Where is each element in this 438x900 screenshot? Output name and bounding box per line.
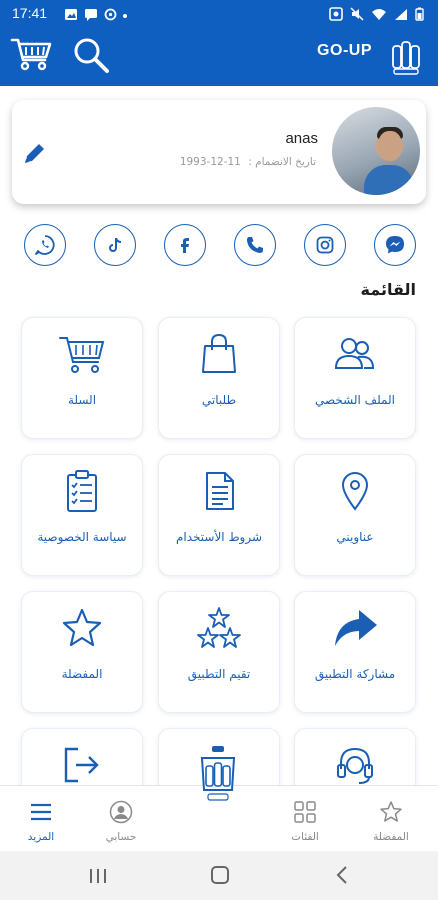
profile-card: anas تاريخ الانضمام : 1993-12-11 bbox=[12, 100, 426, 204]
brand-logo bbox=[390, 36, 422, 76]
document-icon bbox=[206, 472, 234, 510]
menu-tile-terms[interactable]: شروط الأستخدام bbox=[158, 454, 280, 576]
social-links bbox=[24, 224, 416, 268]
menu-tile-label: الملف الشخصي bbox=[315, 393, 395, 407]
pencil-icon bbox=[25, 144, 44, 163]
gallery-icon bbox=[64, 6, 78, 25]
menu-tile-label: السلة bbox=[67, 393, 97, 407]
tiktok-icon bbox=[109, 237, 122, 252]
nav-label: الفئات bbox=[291, 831, 319, 843]
nav-label: المفضلة bbox=[373, 831, 409, 843]
nav-label: حسابي bbox=[105, 831, 137, 843]
three-stars-icon bbox=[197, 607, 241, 648]
account-icon bbox=[109, 800, 133, 824]
whatsapp-icon bbox=[35, 235, 55, 255]
menu-tile-addresses[interactable]: عناويني bbox=[294, 454, 416, 576]
back-button[interactable] bbox=[334, 865, 350, 889]
join-date-row: تاريخ الانضمام : 1993-12-11 bbox=[178, 156, 318, 168]
nav-more[interactable]: المزيد bbox=[6, 800, 76, 843]
share-arrow-icon bbox=[335, 610, 377, 646]
cart-icon bbox=[59, 337, 105, 373]
alarm-icon bbox=[329, 6, 343, 25]
recents-button[interactable] bbox=[88, 867, 108, 889]
grid-icon bbox=[294, 801, 316, 823]
signal-icon bbox=[394, 6, 408, 25]
battery-icon bbox=[415, 6, 424, 25]
nav-label: المزيد bbox=[27, 831, 55, 843]
nav-account[interactable]: حسابي bbox=[86, 800, 156, 843]
menu-section-title: القائمة bbox=[360, 280, 416, 299]
cart-icon bbox=[10, 38, 52, 71]
cart-button[interactable] bbox=[10, 36, 52, 72]
messenger-icon bbox=[386, 236, 404, 254]
shopping-bag-icon bbox=[202, 333, 236, 373]
facebook-icon bbox=[181, 238, 189, 253]
edit-profile-button[interactable] bbox=[22, 140, 48, 166]
star-icon bbox=[380, 801, 402, 822]
bottles-logo-icon bbox=[200, 746, 236, 801]
status-time: 17:41 bbox=[12, 5, 48, 21]
wifi-icon bbox=[371, 6, 387, 25]
notification-dot bbox=[123, 13, 127, 18]
search-button[interactable] bbox=[72, 36, 110, 74]
clipboard-checklist-icon bbox=[67, 470, 97, 512]
users-icon bbox=[334, 338, 375, 369]
system-navigation-bar bbox=[0, 851, 438, 900]
message-icon bbox=[84, 6, 98, 25]
join-date-value: 1993-12-11 bbox=[179, 156, 241, 168]
brand-name: GO-UP bbox=[317, 42, 372, 59]
tiktok-button[interactable] bbox=[94, 224, 136, 266]
menu-tile-orders[interactable]: طلباتي bbox=[158, 317, 280, 439]
search-icon bbox=[74, 38, 109, 73]
menu-tile-profile[interactable]: الملف الشخصي bbox=[294, 317, 416, 439]
menu-tile-label: عناويني bbox=[336, 530, 374, 544]
phone-button[interactable] bbox=[234, 224, 276, 266]
instagram-icon bbox=[316, 236, 334, 254]
location-pin-icon bbox=[341, 472, 369, 511]
back-chevron-icon bbox=[336, 866, 347, 884]
join-date-label: تاريخ الانضمام : bbox=[248, 156, 316, 168]
menu-tile-label: مشاركة التطبيق bbox=[314, 667, 396, 681]
user-name: anas bbox=[285, 130, 318, 147]
logout-icon bbox=[64, 747, 99, 783]
home-square-icon bbox=[211, 866, 229, 884]
nav-categories[interactable]: الفئات bbox=[270, 800, 340, 843]
mute-icon bbox=[350, 6, 364, 25]
bottles-logo-icon bbox=[392, 41, 420, 75]
status-bar: 17:41 bbox=[0, 0, 438, 28]
menu-tile-label: تقيم التطبيق bbox=[187, 667, 251, 681]
status-system-icons bbox=[329, 6, 424, 25]
whatsapp-button[interactable] bbox=[24, 224, 66, 266]
menu-tile-rate[interactable]: تقيم التطبيق bbox=[158, 591, 280, 713]
menu-icon bbox=[31, 803, 51, 821]
menu-tile-label: شروط الأستخدام bbox=[175, 530, 263, 544]
sync-icon bbox=[104, 6, 117, 25]
recents-icon bbox=[90, 869, 106, 883]
nav-favorites[interactable]: المفضلة bbox=[356, 800, 426, 843]
menu-tile-favorites[interactable]: المفضلة bbox=[21, 591, 143, 713]
menu-tile-label: المفضلة bbox=[61, 667, 103, 681]
menu-tile-share[interactable]: مشاركة التطبيق bbox=[294, 591, 416, 713]
facebook-button[interactable] bbox=[164, 224, 206, 266]
home-fab-button[interactable] bbox=[196, 744, 240, 806]
phone-icon bbox=[247, 237, 263, 253]
headset-icon bbox=[337, 747, 373, 784]
status-notification-icons bbox=[64, 6, 127, 25]
menu-tile-privacy[interactable]: سياسة الخصوصية bbox=[21, 454, 143, 576]
avatar[interactable] bbox=[332, 107, 420, 195]
instagram-button[interactable] bbox=[304, 224, 346, 266]
app-header: 17:41 GO-UP bbox=[0, 0, 438, 86]
menu-tile-label: طلباتي bbox=[201, 393, 237, 407]
star-icon bbox=[62, 608, 102, 647]
messenger-button[interactable] bbox=[374, 224, 416, 266]
menu-tile-cart[interactable]: السلة bbox=[21, 317, 143, 439]
home-button[interactable] bbox=[210, 865, 230, 889]
menu-tile-label: سياسة الخصوصية bbox=[37, 530, 127, 544]
